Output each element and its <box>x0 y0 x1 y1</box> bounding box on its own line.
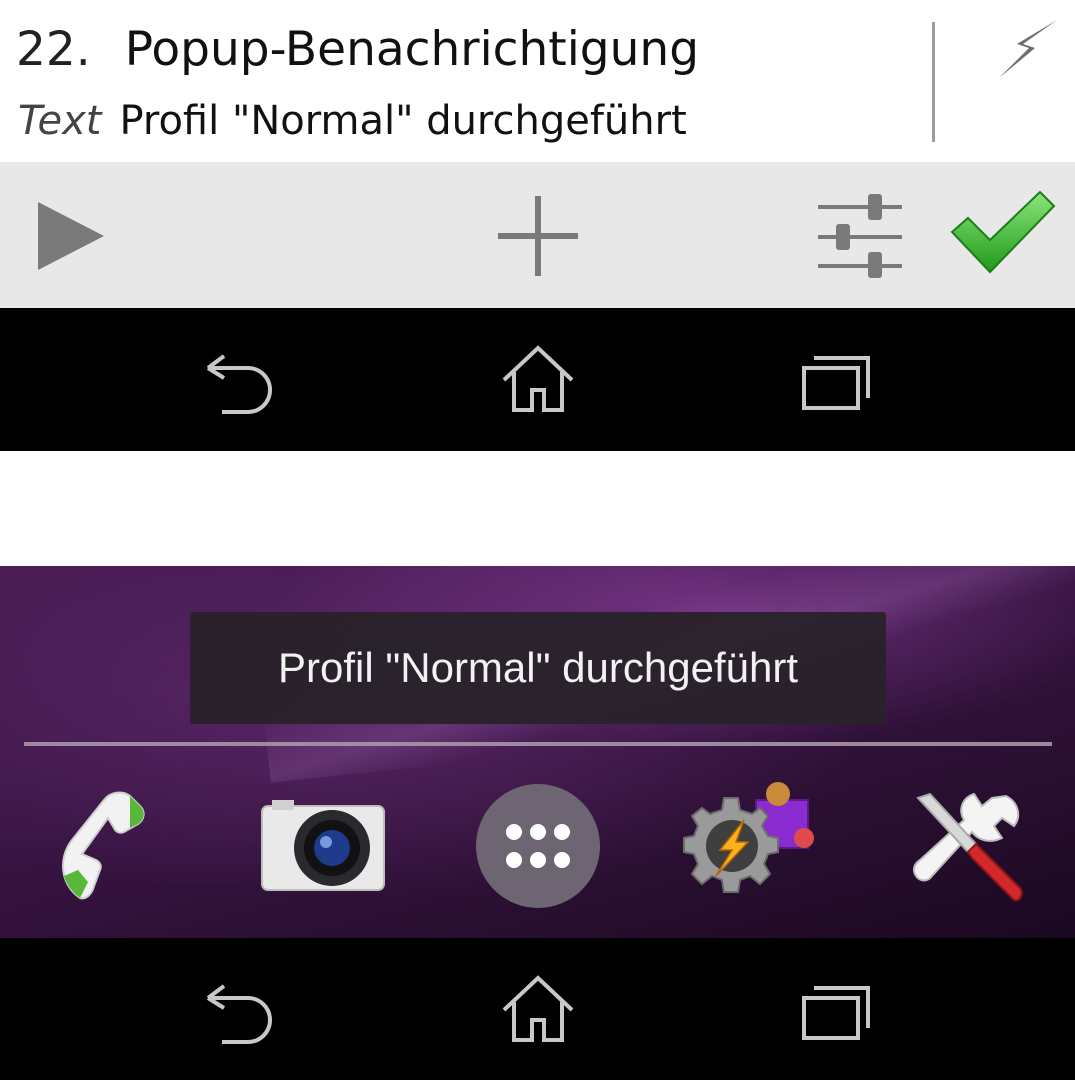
tools-icon[interactable] <box>910 790 1026 904</box>
recents-icon[interactable] <box>798 976 878 1046</box>
checkmark-icon[interactable] <box>948 188 1058 278</box>
back-icon[interactable] <box>200 346 280 416</box>
play-icon[interactable] <box>32 196 108 276</box>
action-param-row[interactable]: Text Profil "Normal" durchgeführt <box>18 98 687 144</box>
action-title-row[interactable]: 22. Popup-Benachrichtigung <box>16 22 699 82</box>
action-edit-header: 22. Popup-Benachrichtigung Text Profil "… <box>0 0 1075 162</box>
recents-icon[interactable] <box>798 346 878 416</box>
home-screen: Profil "Normal" durchgeführt <box>0 566 1075 938</box>
action-toolbar <box>0 162 1075 308</box>
phone-icon[interactable] <box>50 788 168 906</box>
toast-notification: Profil "Normal" durchgeführt <box>190 612 886 724</box>
back-icon[interactable] <box>200 976 280 1046</box>
tasker-icon[interactable] <box>680 780 820 910</box>
camera-icon[interactable] <box>258 798 388 894</box>
param-label: Text <box>18 98 102 144</box>
bolt-icon[interactable] <box>995 18 1061 80</box>
action-number: 22. <box>16 22 91 77</box>
nav-bar <box>0 308 1075 451</box>
app-drawer-icon[interactable] <box>474 782 602 910</box>
dock-divider <box>24 742 1052 746</box>
plus-icon[interactable] <box>494 192 582 280</box>
action-name: Popup-Benachrichtigung <box>124 22 700 77</box>
header-divider <box>932 22 935 142</box>
home-icon[interactable] <box>498 344 578 414</box>
param-value: Profil "Normal" durchgeführt <box>119 98 687 144</box>
nav-bar-home <box>0 938 1075 1080</box>
sliders-icon[interactable] <box>812 188 908 284</box>
home-icon[interactable] <box>498 974 578 1044</box>
